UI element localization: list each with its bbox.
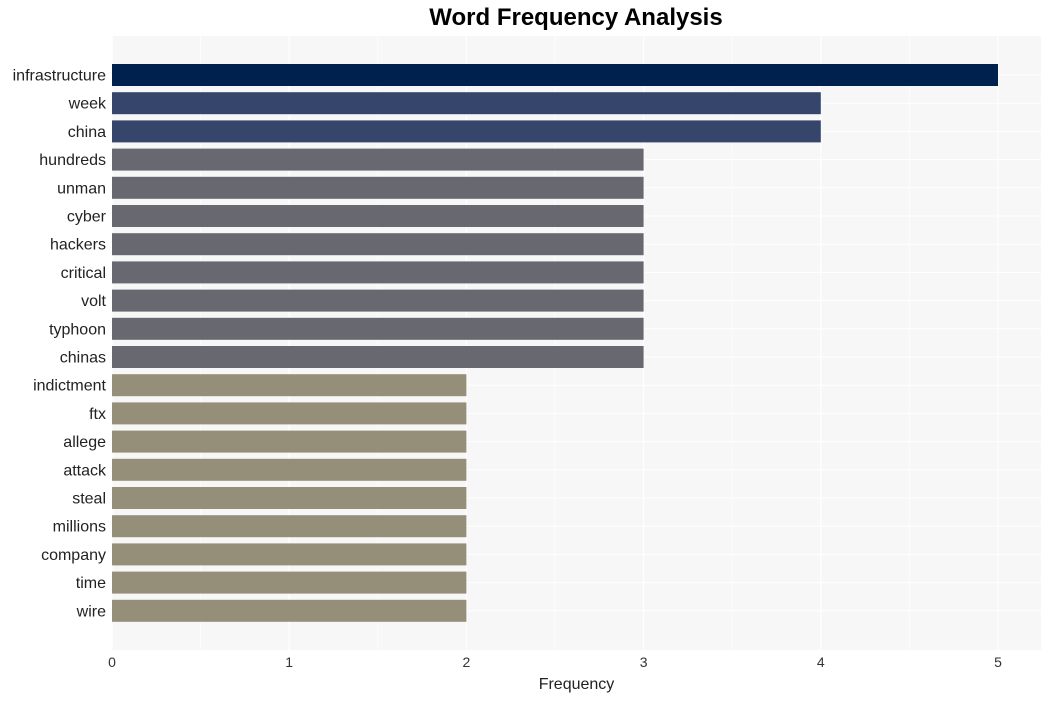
bar-critical [112, 261, 644, 284]
bar-steal [112, 487, 467, 509]
category-label-time: time [76, 575, 106, 592]
x-tick-label: 3 [640, 654, 648, 670]
bar-company [112, 543, 467, 566]
bar-hackers [112, 233, 644, 256]
category-label-steal: steal [72, 491, 106, 508]
x-axis-title: Frequency [539, 676, 615, 693]
bar-hundreds [112, 148, 644, 171]
bar-china [112, 120, 821, 143]
x-tick-label: 4 [817, 654, 825, 670]
category-label-week: week [68, 96, 107, 113]
x-tick-label: 0 [108, 654, 116, 670]
category-label-china: china [68, 124, 106, 141]
bar-unman [112, 176, 644, 199]
category-label-company: company [41, 547, 106, 564]
x-tick-label: 1 [285, 654, 293, 670]
bar-infrastructure [112, 64, 998, 86]
x-tick-label: 2 [463, 654, 471, 670]
bar-wire [112, 599, 467, 622]
category-label-allege: allege [63, 434, 106, 451]
bar-volt [112, 289, 644, 312]
bar-chinas [112, 346, 644, 368]
category-label-ftx: ftx [89, 406, 106, 423]
bar-allege [112, 430, 467, 453]
category-label-hackers: hackers [50, 237, 106, 254]
category-label-typhoon: typhoon [49, 321, 106, 338]
bar-week [112, 92, 821, 115]
category-label-infrastructure: infrastructure [13, 68, 106, 85]
category-label-cyber: cyber [67, 209, 107, 226]
bar-cyber [112, 205, 644, 227]
bar-time [112, 571, 467, 594]
bar-typhoon [112, 317, 644, 340]
category-label-millions: millions [53, 519, 106, 536]
category-label-hundreds: hundreds [39, 152, 106, 169]
category-label-volt: volt [81, 293, 106, 310]
category-label-unman: unman [57, 180, 106, 197]
bar-indictment [112, 374, 467, 397]
category-label-attack: attack [63, 462, 107, 479]
category-labels: infrastructure week china hundreds unman cybe… [13, 68, 107, 621]
category-label-critical: critical [61, 265, 106, 282]
x-tick-label: 5 [994, 654, 1002, 670]
x-tick-labels: 0 1 2 3 4 5 [108, 654, 1002, 670]
category-label-chinas: chinas [60, 350, 106, 367]
bar-ftx [112, 402, 467, 425]
bar-millions [112, 515, 467, 538]
category-label-indictment: indictment [33, 378, 106, 395]
bar-attack [112, 458, 467, 481]
category-label-wire: wire [76, 603, 106, 620]
bar-chart: infrastructure week china hundreds unman cybe… [13, 36, 1041, 693]
